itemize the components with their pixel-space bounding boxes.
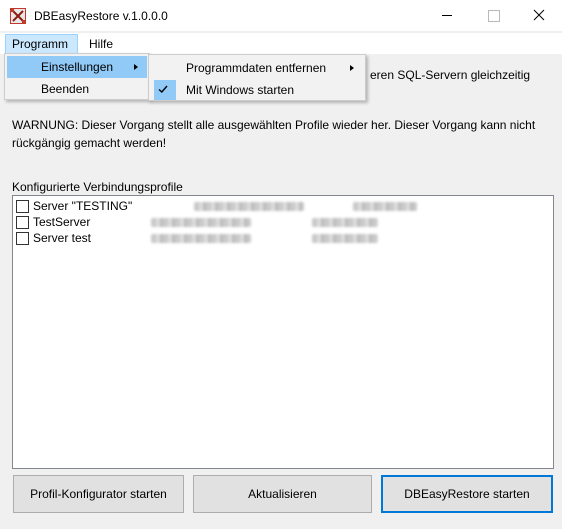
profile-name: TestServer (33, 215, 91, 229)
redacted-host (151, 234, 251, 243)
list-item[interactable]: Server "TESTING" (16, 198, 546, 214)
description-text: eren SQL-Servern gleichzeitig (370, 68, 531, 82)
redacted-host (151, 218, 251, 227)
profile-checkbox[interactable] (16, 216, 29, 229)
redacted-user (312, 218, 378, 227)
minimize-button[interactable] (424, 0, 470, 31)
menu-bar: Programm Hilfe (0, 33, 562, 54)
checkmark-icon (158, 85, 168, 93)
refresh-button[interactable]: Aktualisieren (193, 475, 372, 513)
start-restore-button[interactable]: DBEasyRestore starten (381, 475, 553, 513)
chevron-right-icon (350, 65, 354, 71)
maximize-button[interactable] (470, 0, 516, 31)
profiles-label: Konfigurierte Verbindungsprofile (12, 180, 183, 194)
close-icon (533, 9, 545, 21)
profile-name: Server test (33, 231, 92, 245)
menu-item-mit-windows-starten[interactable]: Mit Windows starten (151, 79, 363, 101)
list-item[interactable]: Server test (16, 230, 546, 246)
profile-configurator-button[interactable]: Profil-Konfigurator starten (13, 475, 184, 513)
profiles-list[interactable]: Server "TESTING" TestServer Server test (12, 195, 554, 469)
close-button[interactable] (516, 0, 562, 31)
menu-item-beenden[interactable]: Beenden (7, 78, 147, 100)
redacted-host (194, 202, 304, 211)
list-item[interactable]: TestServer (16, 214, 546, 230)
menu-item-label: Programmdaten entfernen (186, 61, 327, 75)
window-title: DBEasyRestore v.1.0.0.0 (34, 9, 168, 23)
menu-item-programmdaten-entfernen[interactable]: Programmdaten entfernen (151, 57, 363, 79)
database-restore-icon (10, 8, 26, 24)
profile-name: Server "TESTING" (33, 199, 133, 213)
title-bar[interactable]: DBEasyRestore v.1.0.0.0 (0, 0, 562, 31)
chevron-right-icon (134, 64, 138, 70)
profile-checkbox[interactable] (16, 232, 29, 245)
app-window: DBEasyRestore v.1.0.0.0 Programm Hilfe e… (0, 0, 562, 529)
warning-text: WARNUNG: Dieser Vorgang stellt alle ausg… (12, 118, 536, 150)
menu-hilfe[interactable]: Hilfe (82, 34, 120, 54)
profile-checkbox[interactable] (16, 200, 29, 213)
einstellungen-submenu: Programmdaten entfernen Mit Windows star… (148, 54, 366, 101)
redacted-user (353, 202, 417, 211)
menu-item-einstellungen[interactable]: Einstellungen (7, 56, 147, 78)
menu-item-label: Mit Windows starten (186, 83, 295, 97)
menu-item-label: Einstellungen (41, 60, 114, 74)
redacted-user (312, 234, 378, 243)
menu-programm[interactable]: Programm (5, 34, 78, 54)
menu-item-label: Beenden (41, 82, 90, 96)
programm-menu: Einstellungen Beenden (4, 53, 150, 100)
